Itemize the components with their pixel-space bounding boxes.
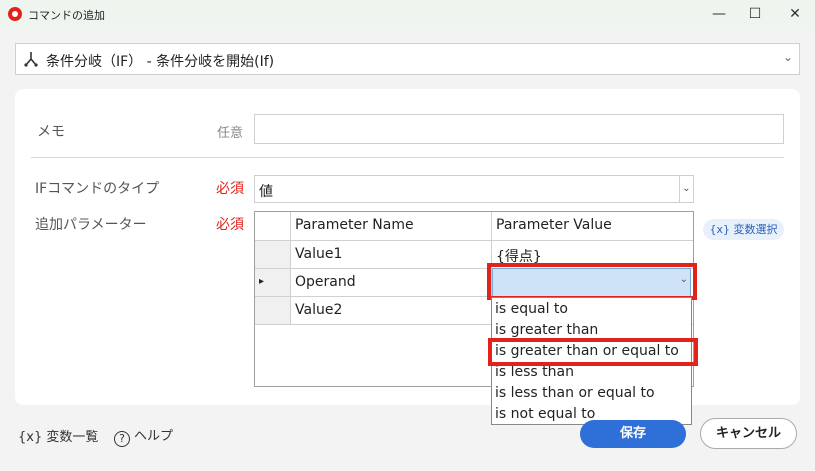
help-link[interactable]: ? ヘルプ	[114, 425, 173, 447]
if-type-select[interactable]: 値 ⌄	[254, 175, 694, 203]
highlight-box	[488, 338, 698, 366]
dropdown-option[interactable]: is equal to	[495, 301, 568, 317]
highlight-box	[487, 263, 697, 300]
variable-list-link[interactable]: {x} 変数一覧	[18, 426, 98, 445]
dropdown-option[interactable]: is not equal to	[495, 406, 595, 422]
memo-input[interactable]	[254, 114, 784, 144]
dropdown-option[interactable]: is greater than	[495, 322, 598, 338]
if-type-value: 値	[259, 184, 273, 200]
column-header-value[interactable]: Parameter Value	[492, 212, 693, 241]
row-selector-current[interactable]: ▸	[255, 269, 291, 297]
memo-label: メモ	[37, 124, 65, 140]
param-name-cell[interactable]: Value1	[291, 241, 492, 269]
required-badge: 必須	[216, 217, 244, 233]
row-header-corner	[255, 212, 291, 241]
chevron-down-icon: ⌄	[782, 50, 793, 64]
dropdown-option[interactable]: is less than or equal to	[495, 385, 655, 401]
dropdown-option[interactable]: is less than	[495, 364, 574, 380]
row-selector[interactable]	[255, 297, 291, 325]
column-header-name[interactable]: Parameter Name	[291, 212, 492, 241]
chevron-down-icon: ⌄	[679, 176, 693, 202]
window-title: コマンドの追加	[28, 9, 105, 22]
command-select[interactable]: 条件分岐（IF） - 条件分岐を開始(If) ⌄	[15, 43, 800, 75]
cancel-button[interactable]: キャンセル	[700, 418, 797, 449]
optional-badge: 任意	[217, 126, 244, 141]
command-text: 条件分岐（IF） - 条件分岐を開始(If)	[46, 54, 275, 70]
branch-icon	[24, 52, 38, 67]
maximize-button[interactable]: ☐	[733, 0, 777, 30]
close-button[interactable]: ✕	[773, 0, 815, 30]
param-name-cell[interactable]: Operand	[291, 269, 492, 297]
if-type-label: IFコマンドのタイプ	[35, 181, 160, 197]
save-button[interactable]: 保存	[580, 420, 686, 448]
params-label: 追加パラメーター	[35, 217, 147, 233]
app-icon	[8, 7, 22, 21]
variable-select-button[interactable]: {x} 変数選択	[703, 219, 784, 240]
required-badge: 必須	[216, 181, 244, 197]
help-icon: ?	[114, 431, 130, 447]
divider	[31, 157, 784, 158]
title-bar: コマンドの追加 — ☐ ✕	[0, 0, 815, 30]
param-name-cell[interactable]: Value2	[291, 297, 492, 325]
help-label: ヘルプ	[134, 429, 174, 444]
row-selector[interactable]	[255, 241, 291, 269]
